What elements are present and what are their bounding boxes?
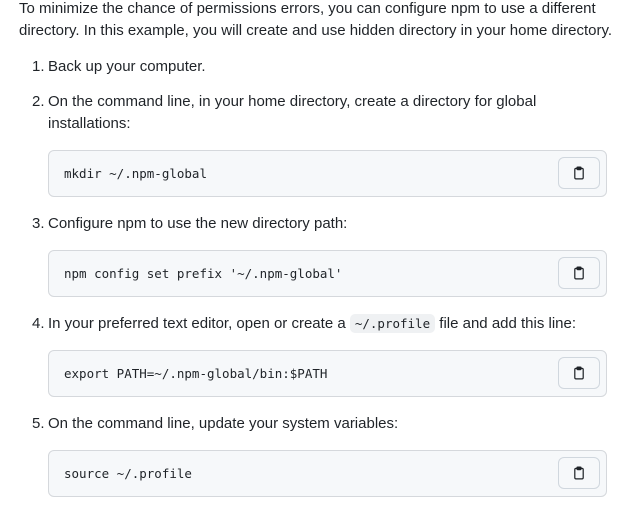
step-text-before: In your preferred text editor, open or c… bbox=[48, 315, 346, 332]
code-block-source-profile: source ~/.profile bbox=[48, 450, 607, 497]
step-number: 2. bbox=[32, 93, 45, 110]
code-block-npm-config: npm config set prefix '~/.npm-global' bbox=[48, 250, 607, 297]
npm-instructions-page: To minimize the chance of permissions er… bbox=[0, 0, 620, 514]
step-text-after: file and add this line: bbox=[439, 315, 577, 332]
step-number: 3. bbox=[32, 215, 45, 232]
step-text: In your preferred text editor, open or c… bbox=[48, 313, 588, 335]
code-text: export PATH=~/.npm-global/bin:$PATH bbox=[64, 366, 328, 381]
intro-paragraph: To minimize the chance of permissions er… bbox=[19, 0, 613, 39]
step-text: On the command line, in your home direct… bbox=[48, 93, 537, 132]
clipboard-icon bbox=[572, 166, 586, 180]
clipboard-icon bbox=[572, 266, 586, 280]
clipboard-icon bbox=[572, 466, 586, 480]
code-block-mkdir: mkdir ~/.npm-global bbox=[48, 150, 607, 197]
copy-button[interactable] bbox=[558, 157, 600, 189]
step-number: 1. bbox=[32, 58, 45, 75]
clipboard-icon bbox=[572, 366, 586, 380]
step-number: 5. bbox=[32, 415, 45, 432]
step-2: 2. On the command line, in your home dir… bbox=[32, 91, 588, 135]
step-text: On the command line, update your system … bbox=[48, 415, 399, 432]
inline-code-profile: ~/.profile bbox=[349, 314, 436, 333]
code-text: source ~/.profile bbox=[64, 466, 192, 481]
copy-button[interactable] bbox=[558, 257, 600, 289]
step-5: 5. On the command line, update your syst… bbox=[32, 413, 588, 435]
step-3: 3. Configure npm to use the new director… bbox=[32, 213, 588, 235]
code-text: npm config set prefix '~/.npm-global' bbox=[64, 266, 343, 281]
step-text: Back up your computer. bbox=[48, 58, 206, 75]
code-block-export-path: export PATH=~/.npm-global/bin:$PATH bbox=[48, 350, 607, 397]
step-4: 4. In your preferred text editor, open o… bbox=[32, 313, 588, 335]
step-text: Configure npm to use the new directory p… bbox=[48, 215, 348, 232]
copy-button[interactable] bbox=[558, 357, 600, 389]
step-1: 1. Back up your computer. bbox=[32, 56, 588, 78]
copy-button[interactable] bbox=[558, 457, 600, 489]
step-number: 4. bbox=[32, 315, 45, 332]
code-text: mkdir ~/.npm-global bbox=[64, 166, 207, 181]
